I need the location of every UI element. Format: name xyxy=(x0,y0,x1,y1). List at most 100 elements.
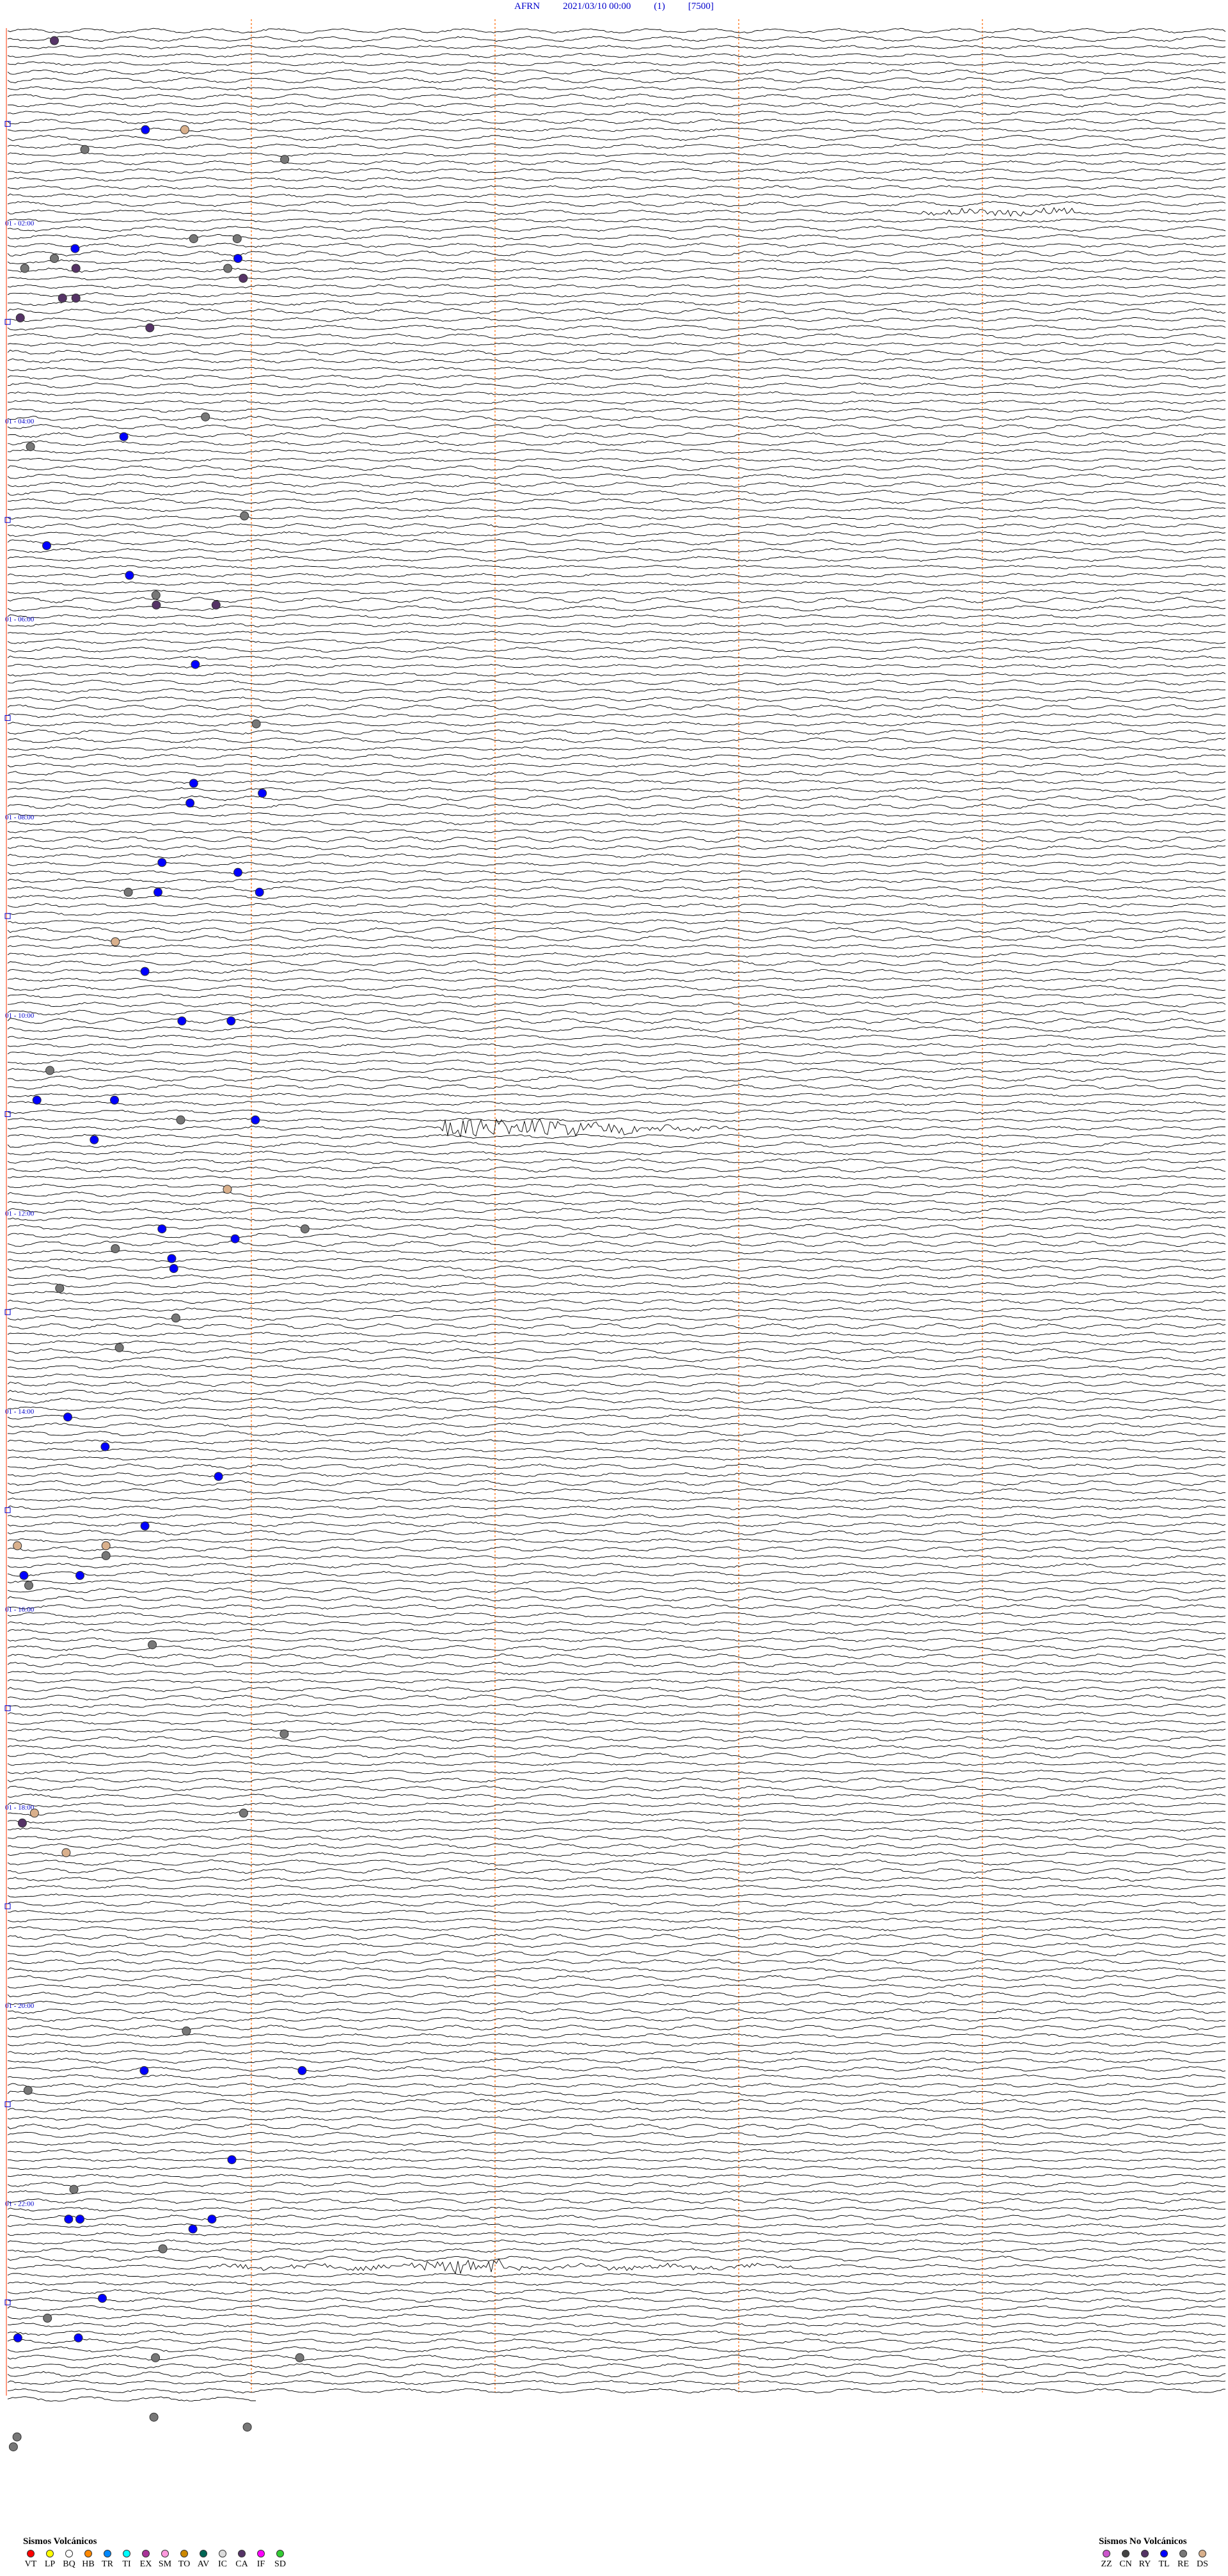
trace-line-49 xyxy=(7,432,1226,438)
legend-volcanic-swatch-sd xyxy=(276,2550,284,2557)
trace-line-11 xyxy=(7,118,1226,125)
trace-line-245 xyxy=(7,2050,1226,2055)
event-marker-tl-23 xyxy=(125,571,134,580)
legend-volcanic-item-if: IF xyxy=(253,2550,269,2570)
event-marker-tl-19 xyxy=(119,432,129,441)
trace-line-168 xyxy=(7,1414,1226,1420)
trace-line-21 xyxy=(7,201,1226,207)
trace-line-186 xyxy=(7,1563,1226,1569)
trace-line-197 xyxy=(7,1654,1226,1659)
legend-volcanic-item-hb: HB xyxy=(81,2550,96,2570)
event-marker-re-18 xyxy=(201,412,210,422)
trace-line-4 xyxy=(7,61,1225,67)
legend-nonvolcanic-items: ZZ CN RY TL RE DS xyxy=(1099,2550,1210,2570)
hour-label-0: 01 - 02:00 xyxy=(5,219,35,227)
event-marker-re-51 xyxy=(111,1244,120,1253)
legend-nonvolcanic-label-zz: ZZ xyxy=(1101,2559,1112,2569)
trace-line-27 xyxy=(7,250,1226,257)
legend-nonvolcanic-label-cn: CN xyxy=(1119,2559,1132,2569)
event-marker-ca-11 xyxy=(71,264,81,273)
trace-line-60 xyxy=(7,523,1226,529)
event-marker-ca-16 xyxy=(15,313,25,322)
trace-line-30 xyxy=(7,276,1225,281)
trace-line-284 xyxy=(7,2371,1226,2378)
event-marker-tl-53 xyxy=(169,1264,178,1273)
trace-line-121 xyxy=(7,1026,1226,1032)
trace-line-24 xyxy=(7,225,1226,232)
trace-line-62 xyxy=(7,539,1226,546)
trace-line-269 xyxy=(7,2248,1226,2253)
trace-line-31 xyxy=(7,284,1226,289)
trace-line-202 xyxy=(7,1695,1226,1701)
trace-line-243 xyxy=(7,2033,1226,2039)
trace-line-83 xyxy=(7,713,1226,718)
trace-line-67 xyxy=(8,581,1226,586)
trace-line-175 xyxy=(7,1472,1226,1478)
trace-line-259 xyxy=(8,2165,1226,2170)
trace-line-85 xyxy=(7,729,1226,735)
trace-line-77 xyxy=(7,663,1226,668)
trace-line-103 xyxy=(7,878,1226,883)
legend-nonvolcanic-item-zz: ZZ xyxy=(1099,2550,1114,2570)
hour-label-9: 01 - 20:00 xyxy=(5,2002,35,2010)
trace-line-96 xyxy=(7,820,1226,826)
trace-line-128 xyxy=(7,1084,1226,1090)
trace-line-112 xyxy=(7,952,1226,958)
trace-line-50 xyxy=(7,440,1226,446)
trace-line-153 xyxy=(7,1291,1226,1296)
event-marker-re-3 xyxy=(80,145,90,154)
event-marker-tl-60 xyxy=(140,1521,150,1531)
trace-line-3 xyxy=(7,52,1226,58)
event-marker-tl-29 xyxy=(189,778,198,788)
legend-volcanic-label-if: IF xyxy=(256,2559,265,2569)
trace-line-236 xyxy=(7,1975,1226,1982)
trace-line-113 xyxy=(7,960,1226,967)
trace-line-227 xyxy=(7,1900,1226,1907)
event-marker-tl-31 xyxy=(185,798,195,808)
trace-line-99 xyxy=(7,845,1226,850)
event-marker-re-35 xyxy=(123,887,133,897)
trace-line-232 xyxy=(7,1942,1226,1948)
trace-line-108 xyxy=(7,919,1226,925)
trace-line-56 xyxy=(7,489,1226,496)
event-marker-re-70 xyxy=(239,1808,248,1818)
event-marker-re-67 xyxy=(148,1640,157,1650)
trace-line-209 xyxy=(7,1752,1226,1758)
trace-line-240 xyxy=(8,2008,1226,2014)
trace-line-79 xyxy=(7,679,1226,686)
trace-line-19 xyxy=(7,185,1226,190)
trace-line-57 xyxy=(7,498,1226,504)
trace-line-280 xyxy=(7,2338,1226,2344)
trace-line-124 xyxy=(7,1051,1226,1057)
trace-line-157 xyxy=(7,1323,1226,1330)
legend-nonvolcanic-item-cn: CN xyxy=(1118,2550,1133,2570)
trace-line-125 xyxy=(7,1059,1226,1065)
trace-line-190 xyxy=(7,1595,1226,1602)
trace-line-208 xyxy=(7,1744,1226,1750)
legend-volcanic-item-sm: SM xyxy=(157,2550,173,2570)
trace-line-53 xyxy=(7,465,1226,471)
trace-line-114 xyxy=(7,968,1226,974)
trace-line-185 xyxy=(7,1554,1226,1560)
event-marker-re-68 xyxy=(279,1729,289,1739)
legend-volcanic-swatch-ti xyxy=(123,2550,130,2557)
trace-line-277 xyxy=(7,2313,1226,2320)
trace-line-98 xyxy=(7,836,1226,842)
trace-line-248 xyxy=(7,2074,1226,2080)
trace-line-14 xyxy=(7,143,1226,149)
trace-line-54 xyxy=(7,473,1226,480)
legend-nonvolcanic-label-re: RE xyxy=(1177,2559,1189,2569)
trace-line-155 xyxy=(7,1308,1226,1312)
trace-line-7 xyxy=(7,86,1226,91)
odd-hour-marker-0 xyxy=(4,121,11,127)
trace-line-134 xyxy=(7,1134,1226,1139)
event-marker-tl-32 xyxy=(157,858,167,867)
trace-line-212 xyxy=(7,1777,1226,1783)
event-marker-re-90 xyxy=(149,2412,159,2422)
trace-line-88 xyxy=(7,754,1226,760)
trace-line-253 xyxy=(7,2116,1226,2121)
hour-label-8: 01 - 18:00 xyxy=(5,1804,35,1812)
trace-line-235 xyxy=(7,1967,1226,1973)
trace-line-264 xyxy=(7,2206,1226,2212)
trace-line-148 xyxy=(7,1249,1226,1254)
